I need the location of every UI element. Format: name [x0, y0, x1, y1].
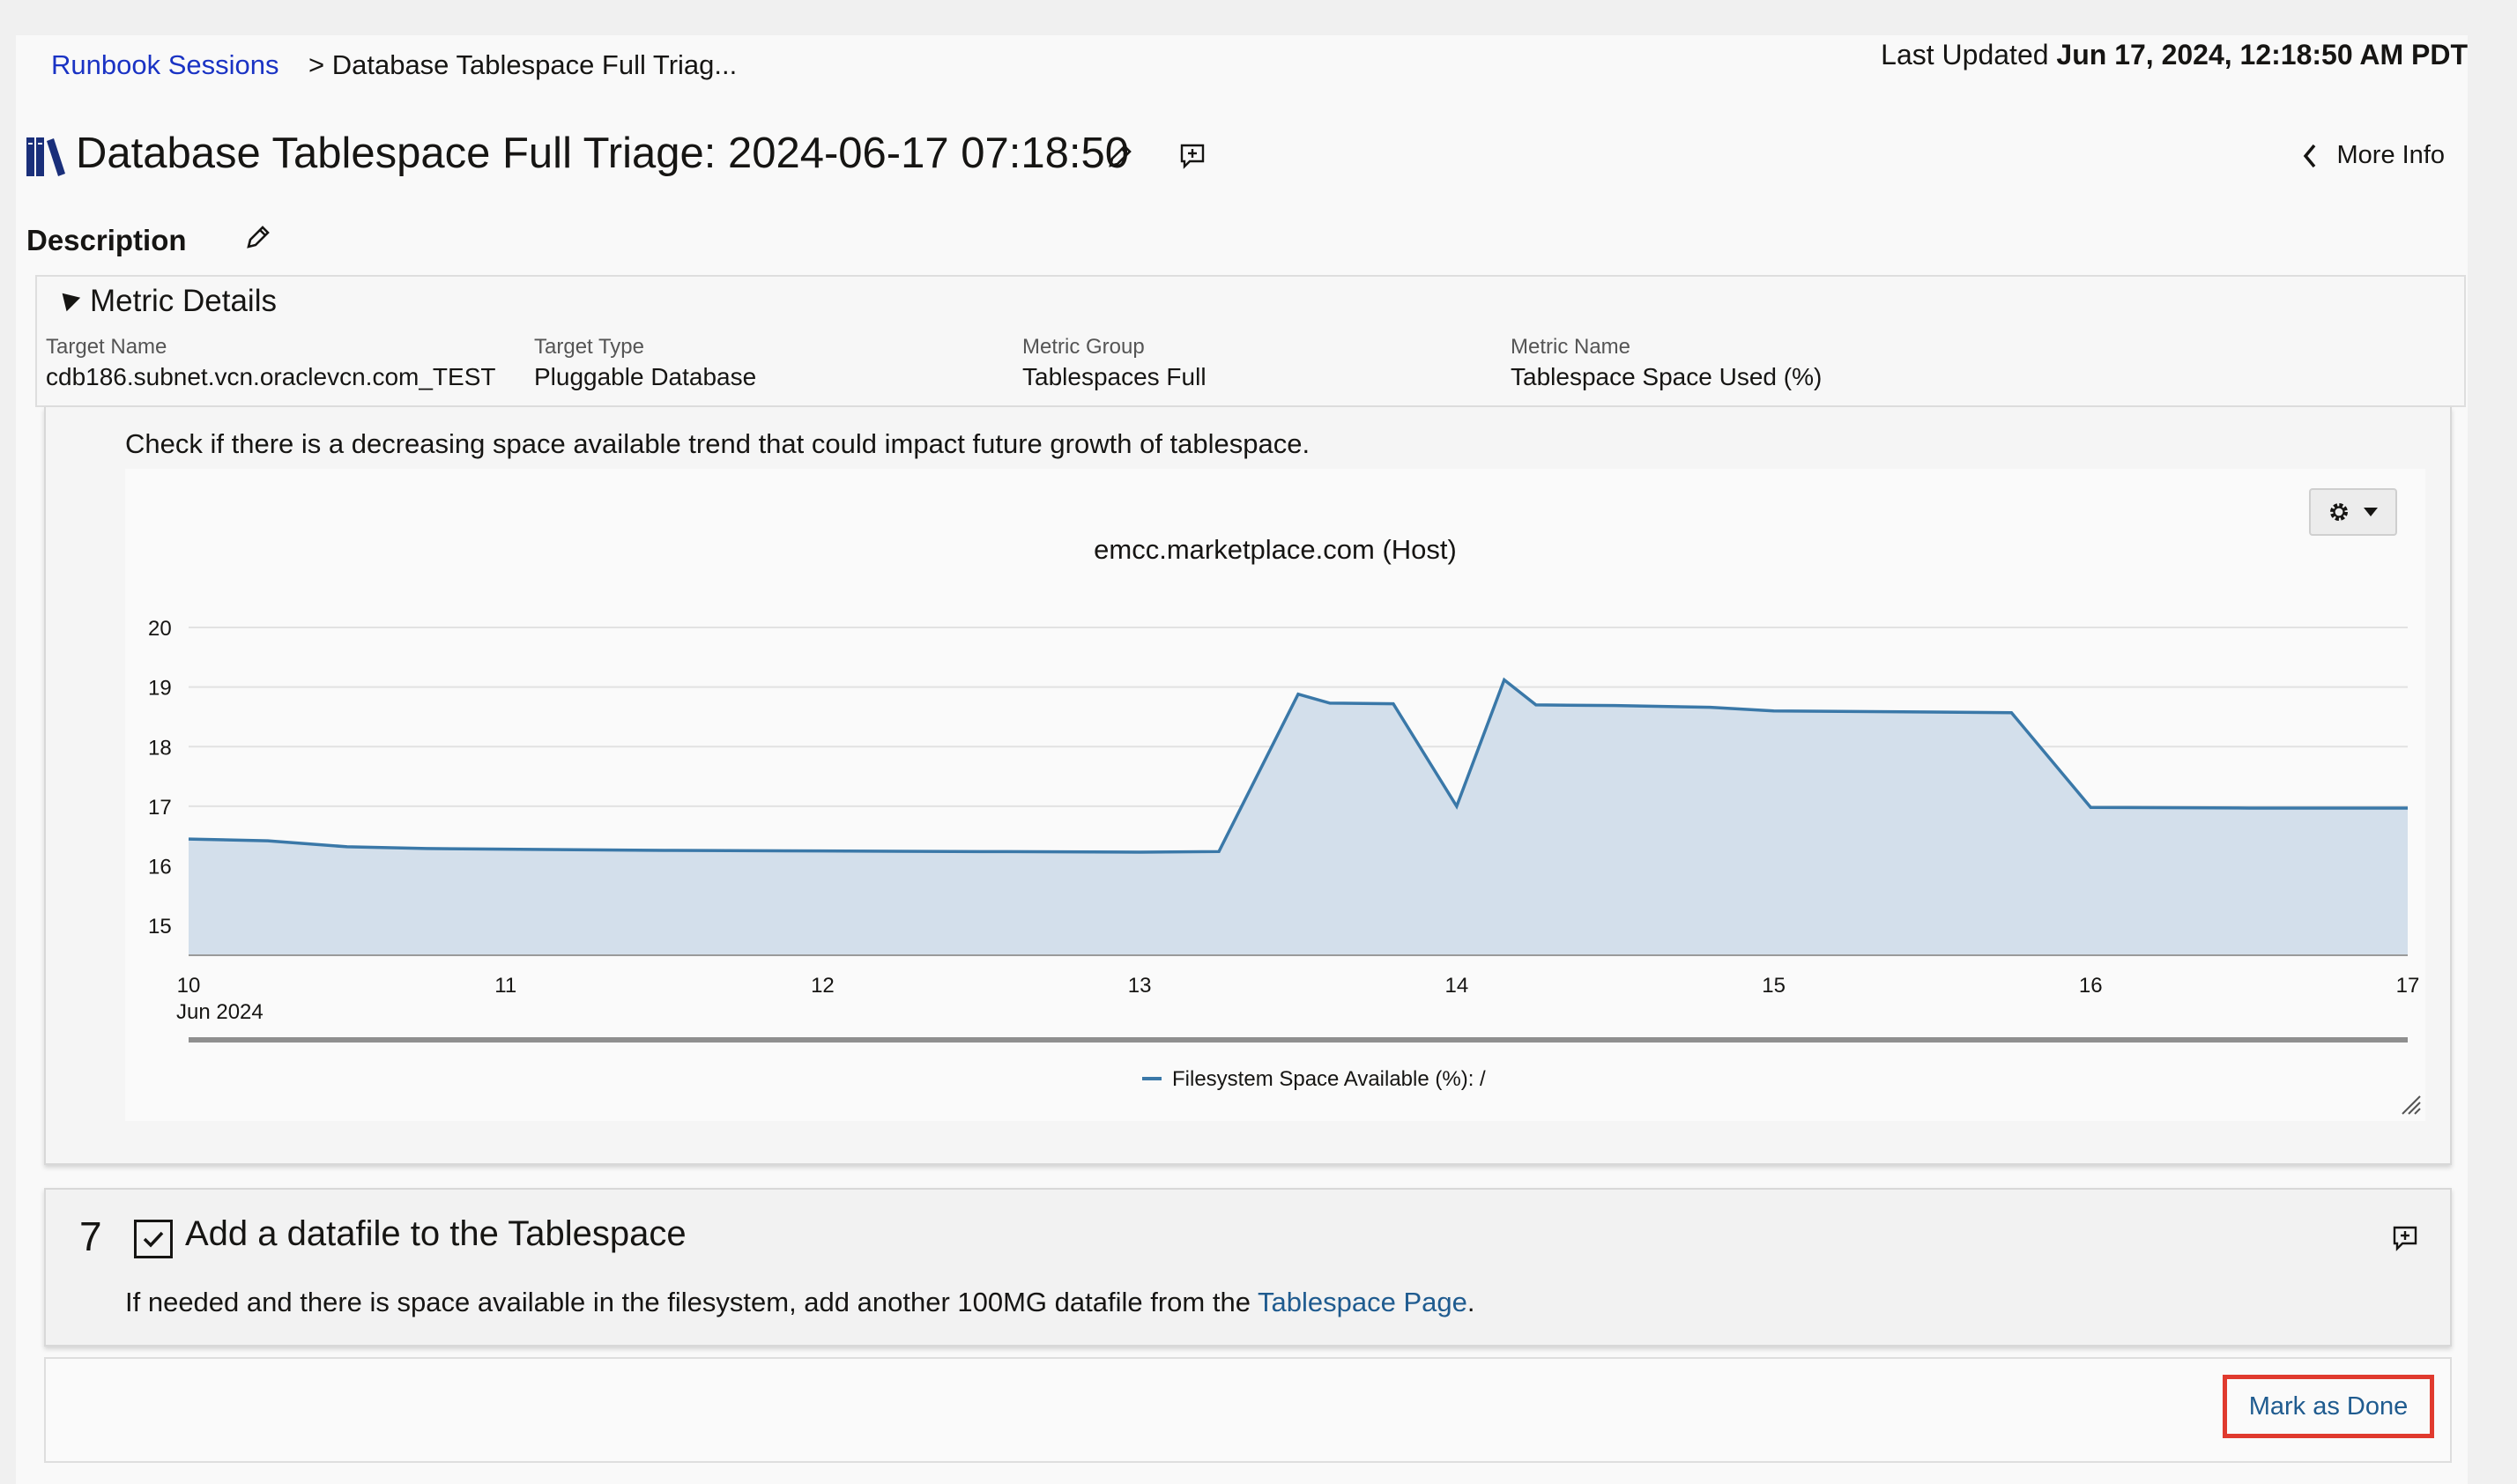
metric-field-target-name: Target Name cdb186.subnet.vcn.oraclevcn.… — [46, 335, 495, 391]
step-actions-panel: Mark as Done — [44, 1357, 2452, 1463]
add-comment-icon[interactable] — [1179, 143, 1206, 169]
x-tick-label: 11 — [494, 974, 516, 998]
x-tick-label: 10 — [177, 974, 201, 998]
edit-title-pencil-icon[interactable] — [1105, 141, 1135, 171]
area-chart: 15 16 17 18 19 20 10 11 12 13 14 15 16 17 Jun 2024 File… — [148, 617, 2420, 1091]
metric-details-toggle[interactable]: Metric Details — [55, 284, 277, 319]
x-tick-label: 12 — [811, 974, 835, 998]
metric-field-label: Target Name — [46, 335, 167, 359]
series-area — [189, 679, 2408, 955]
metric-field-value: Tablespace Space Used (%) — [1511, 363, 1823, 390]
step-done-checkbox[interactable] — [134, 1220, 173, 1258]
legend-label: Filesystem Space Available (%): / — [1172, 1067, 1486, 1091]
step-title: Add a datafile to the Tablespace — [185, 1214, 687, 1253]
metric-field-label: Metric Name — [1511, 335, 1631, 359]
metric-field-metric-name: Metric Name Tablespace Space Used (%) — [1511, 335, 1822, 391]
step-7-panel: 7 Add a datafile to the Tablespace If ne… — [44, 1188, 2452, 1347]
x-tick-label: 14 — [1445, 974, 1469, 998]
y-tick-label: 18 — [148, 736, 172, 760]
x-tick-label: 15 — [1762, 974, 1786, 998]
breadcrumb-runbook-sessions-link[interactable]: Runbook Sessions — [51, 49, 279, 81]
breadcrumb-current: > Database Tablespace Full Triag... — [308, 49, 738, 80]
metric-field-label: Metric Group — [1022, 335, 1145, 359]
more-info-label: More Info — [2336, 141, 2446, 169]
resize-handle-icon[interactable] — [2399, 1093, 2422, 1116]
add-comment-icon[interactable] — [2392, 1225, 2418, 1251]
metric-details-panel: Metric Details Target Name cdb186.subnet… — [35, 275, 2466, 407]
y-tick-label: 15 — [148, 915, 172, 939]
metric-field-value: Tablespaces Full — [1022, 363, 1207, 390]
collapse-triangle-icon — [55, 286, 81, 312]
x-axis-sublabel: Jun 2024 — [176, 1000, 264, 1024]
checkmark-icon — [143, 1231, 164, 1248]
metric-field-metric-group: Metric Group Tablespaces Full — [1022, 335, 1207, 391]
last-updated-label: Last Updated — [1881, 39, 2049, 70]
more-info-button[interactable]: More Info — [2302, 141, 2446, 170]
step-number: 7 — [79, 1213, 102, 1259]
tablespace-page-link[interactable]: Tablespace Page — [1258, 1287, 1467, 1317]
step-description-end: . — [1466, 1287, 1475, 1317]
step-instruction: Check if there is a decreasing space ava… — [125, 428, 1310, 459]
metric-field-label: Target Type — [534, 335, 644, 359]
page-title: Database Tablespace Full Triage: 2024-06… — [76, 130, 1129, 177]
x-tick-label: 13 — [1128, 974, 1152, 998]
y-tick-label: 17 — [148, 796, 172, 820]
y-tick-label: 16 — [148, 856, 172, 879]
metric-field-value: cdb186.subnet.vcn.oraclevcn.com_TEST — [46, 363, 496, 390]
metric-details-title: Metric Details — [90, 284, 277, 318]
description-label: Description — [26, 224, 187, 256]
step-description-text: If needed and there is space available i… — [125, 1287, 1258, 1317]
y-tick-label: 20 — [148, 617, 172, 641]
step-description: If needed and there is space available i… — [125, 1287, 1474, 1318]
chevron-left-icon — [2303, 144, 2315, 167]
runbook-books-icon — [26, 137, 65, 176]
step-panel: Check if there is a decreasing space ava… — [44, 407, 2452, 1165]
y-tick-label: 19 — [148, 677, 172, 701]
metric-field-value: Pluggable Database — [534, 363, 757, 390]
mark-as-done-button[interactable]: Mark as Done — [2223, 1375, 2434, 1438]
x-tick-label: 17 — [2396, 974, 2420, 998]
last-updated: Last Updated Jun 17, 2024, 12:18:50 AM P… — [1881, 39, 2468, 71]
metric-field-target-type: Target Type Pluggable Database — [534, 335, 756, 391]
last-updated-value: Jun 17, 2024, 12:18:50 AM PDT — [2056, 39, 2468, 70]
edit-description-pencil-icon[interactable] — [243, 222, 273, 252]
x-tick-label: 16 — [2079, 974, 2103, 998]
chart-container: emcc.marketplace.com (Host) 15 16 17 18 19 20… — [125, 469, 2425, 1121]
